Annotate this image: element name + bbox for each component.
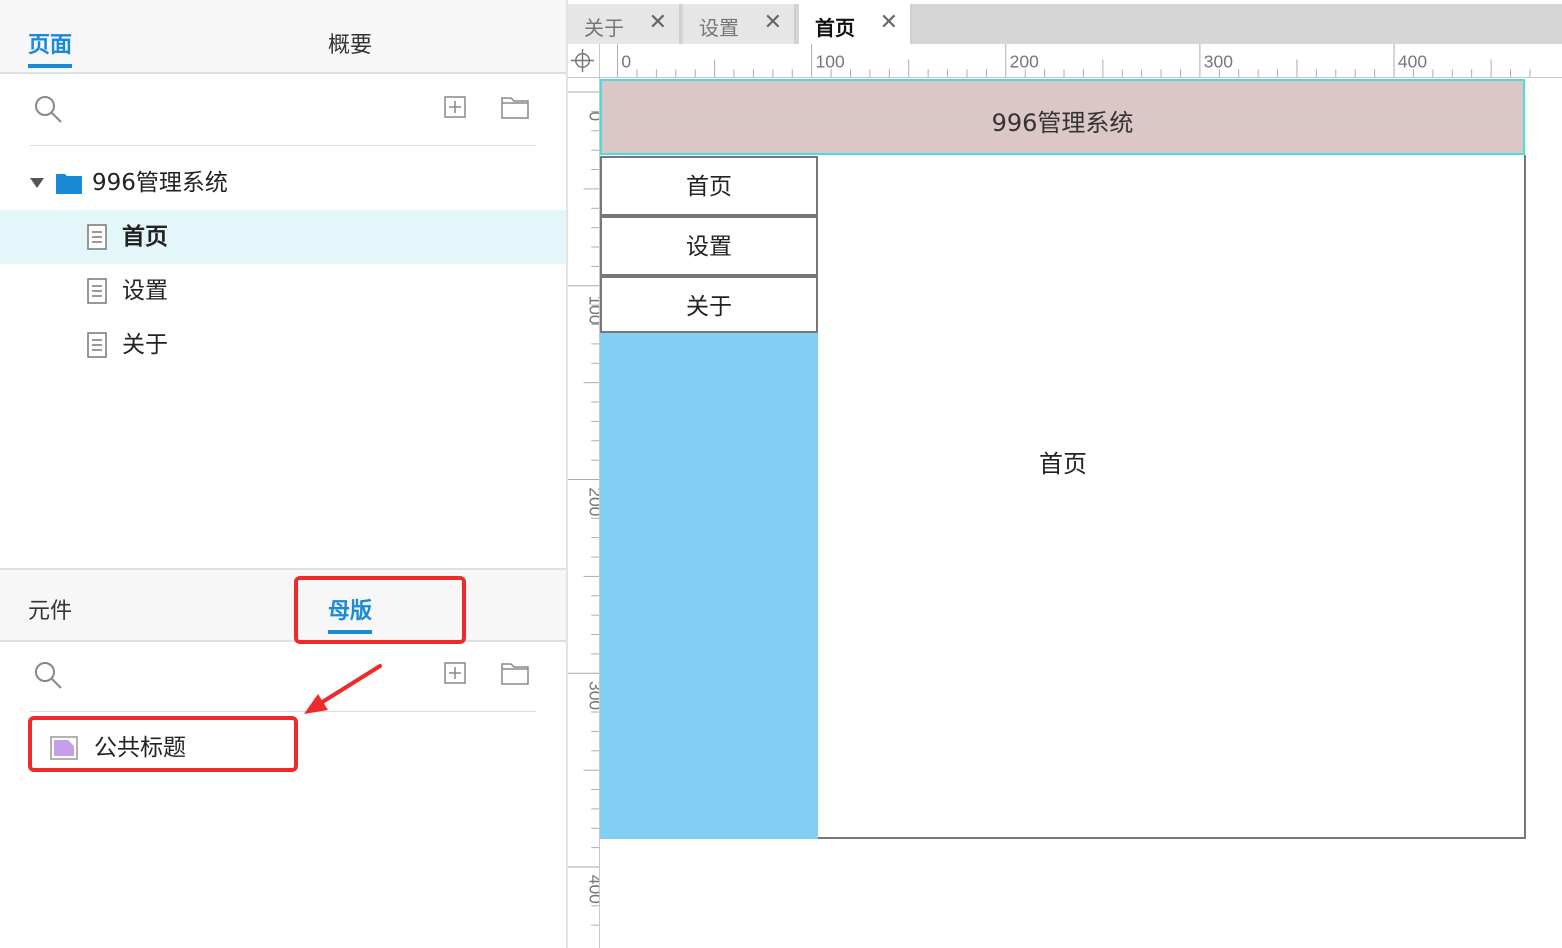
page-icon (87, 278, 107, 304)
tree-page-about[interactable]: 关于 (0, 318, 566, 372)
ruler-label: 100 (585, 295, 600, 324)
ruler-label: 0 (585, 111, 600, 121)
close-icon[interactable]: ✕ (764, 12, 782, 34)
ruler-label: 300 (1204, 51, 1233, 71)
search-icon[interactable] (33, 94, 63, 124)
tree-page-label: 首页 (122, 224, 168, 250)
doc-tab-settings[interactable]: 设置 ✕ (683, 4, 796, 44)
divider (30, 145, 536, 146)
search-icon[interactable] (33, 660, 63, 690)
doc-tab-home[interactable]: 首页 ✕ (799, 4, 912, 44)
axure-workspace: 页面 概要 996管理系统 首页 设置 关于 元件 母版 公共标题 关于 ✕ 设… (0, 0, 1562, 948)
sidebar-fill[interactable] (600, 333, 818, 839)
tree-page-home[interactable]: 首页 (0, 210, 566, 264)
highlight-box-master-item (28, 716, 298, 772)
highlight-box-masters-tab (294, 576, 466, 644)
ruler-label: 300 (585, 681, 600, 710)
doc-tab-label: 关于 (584, 16, 624, 40)
crosshair-icon[interactable] (568, 44, 600, 78)
add-page-icon[interactable] (444, 96, 466, 118)
tab-pages[interactable]: 页面 (28, 32, 73, 68)
header-title: 996管理系统 (991, 109, 1134, 137)
ruler-label: 200 (1010, 51, 1039, 71)
folder-icon (56, 174, 82, 194)
left-panel: 页面 概要 996管理系统 首页 设置 关于 元件 母版 公共标题 (0, 0, 566, 948)
horizontal-ruler: 0 100 200 300 400 (568, 44, 1562, 78)
pages-panel-tabs: 页面 概要 (0, 0, 566, 74)
arrow-annotation-icon (304, 664, 382, 714)
nav-button-about[interactable]: 关于 (600, 276, 818, 333)
tab-outline[interactable]: 概要 (328, 32, 372, 60)
page-icon (87, 332, 107, 358)
nav-button-settings[interactable]: 设置 (600, 216, 818, 276)
doc-tab-label: 首页 (815, 16, 855, 40)
document-tabs: 关于 ✕ 设置 ✕ 首页 ✕ (568, 0, 1562, 44)
nav-button-home[interactable]: 首页 (600, 156, 818, 216)
pages-toolbar (0, 76, 566, 146)
ruler-label: 400 (1398, 51, 1427, 71)
tab-widgets[interactable]: 元件 (28, 598, 72, 626)
ruler-label: 200 (585, 487, 600, 516)
tree-folder-996[interactable]: 996管理系统 (0, 156, 566, 210)
tree-page-label: 关于 (122, 332, 168, 358)
close-icon[interactable]: ✕ (649, 12, 667, 34)
ruler-label: 0 (621, 51, 631, 71)
doc-tab-label: 设置 (699, 16, 739, 40)
ruler-label: 400 (585, 875, 600, 904)
divider (30, 711, 536, 712)
add-folder-icon[interactable] (501, 95, 529, 119)
tree-folder-label: 996管理系统 (92, 170, 228, 196)
page-icon (87, 224, 107, 250)
add-master-icon[interactable] (444, 662, 466, 684)
content-text: 首页 (1039, 450, 1087, 478)
masters-toolbar (0, 642, 566, 712)
tree-page-settings[interactable]: 设置 (0, 264, 566, 318)
header-banner[interactable]: 996管理系统 (600, 79, 1525, 155)
close-icon[interactable]: ✕ (880, 12, 898, 34)
ruler-label: 100 (816, 51, 845, 71)
chevron-down-icon[interactable] (30, 178, 44, 188)
doc-tab-about[interactable]: 关于 ✕ (568, 4, 681, 44)
library-panel-tabs: 元件 母版 (0, 570, 566, 642)
content-frame[interactable] (817, 155, 1526, 839)
add-folder-icon[interactable] (501, 661, 529, 685)
vertical-ruler: 0 100 200 300 400 (568, 44, 600, 948)
tree-page-label: 设置 (122, 278, 168, 304)
